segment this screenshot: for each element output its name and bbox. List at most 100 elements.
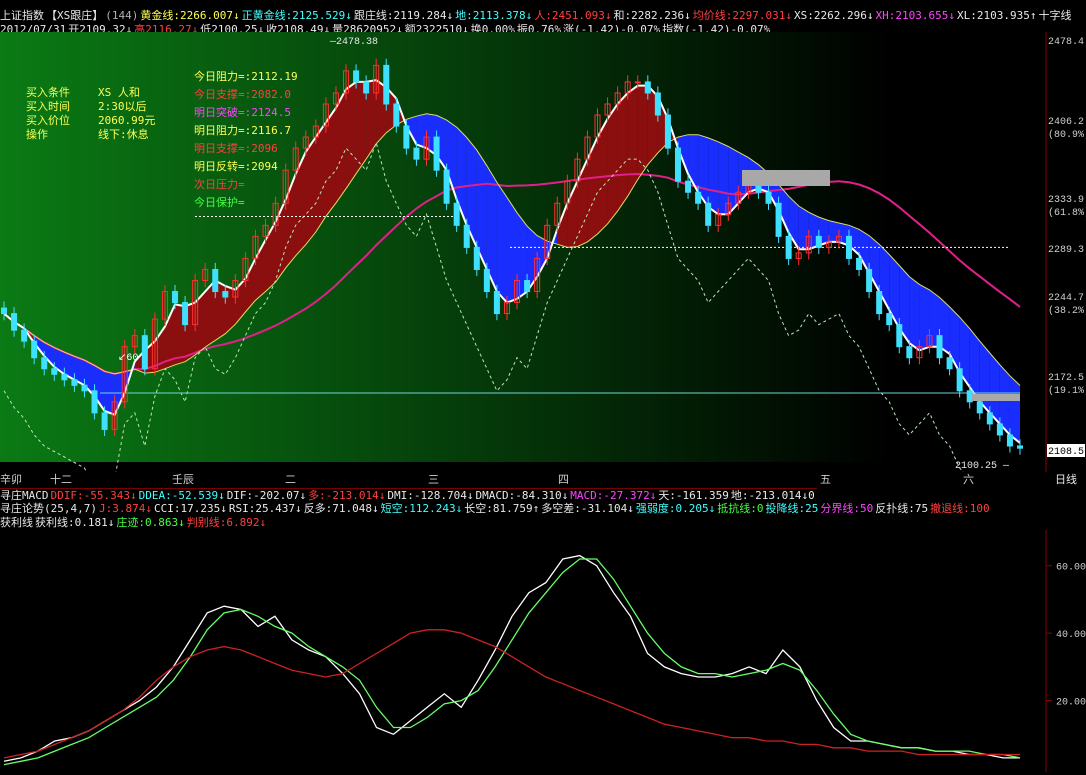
- candle-body-44: [443, 169, 450, 204]
- candle-body-94: [946, 357, 953, 370]
- trend-item-4: 反多:71.048↓: [303, 502, 379, 515]
- trend-item-6: 长空:81.759↑: [464, 502, 540, 515]
- price-chart-svg[interactable]: 2478.4 2406.2(80.9%) 2333.9(61.8%) 2289.3 22…: [0, 32, 1086, 526]
- cloud-segment-30: [305, 137, 316, 245]
- candle-body-64: [644, 81, 651, 94]
- profit-item-2: 庄迹:0.863↓: [116, 516, 185, 529]
- date-label-8: 日线: [1055, 473, 1077, 486]
- date-label-0: 辛卯: [0, 473, 22, 486]
- trend-item-0: 寻庄论势(25,4,7): [0, 502, 97, 515]
- macd-item-8: 天:-161.359: [658, 489, 729, 502]
- candle-body-89: [896, 324, 903, 348]
- info-row-3: 操作 线下:休息: [26, 126, 149, 142]
- date-axis: 辛卯 十二 壬辰 二 三 四 五 六 日线: [0, 472, 1086, 488]
- profit-indicator-row[interactable]: 获利线 获利线:0.181↓ 庄迹:0.863↓ 判别线:6.892↓: [0, 516, 268, 530]
- trend-item-3: RSI:25.437↓: [228, 502, 302, 515]
- candle-body-9: [91, 390, 98, 414]
- level-label-7: 今日保护=: [194, 196, 245, 209]
- price-pct-5: (19.1%): [1048, 385, 1086, 397]
- candle-body-7: [71, 379, 78, 386]
- candle-body-86: [866, 268, 873, 293]
- candle-body-63: [634, 81, 641, 84]
- profit-item-3: 判别线:6.892↓: [186, 516, 267, 529]
- header1-item-0: 上证指数: [0, 9, 44, 22]
- cloud-segment-62: [627, 85, 638, 197]
- candle-body-90: [906, 346, 913, 359]
- trend-item-13: 撤退线:100: [930, 502, 990, 515]
- cloud-segment-79: [798, 206, 809, 250]
- candle-body-18: [182, 302, 189, 326]
- info-value-3: 线下:休息: [98, 128, 149, 141]
- price-chart-panel[interactable]: 2478.4 2406.2 (80.9%) 2333.9 (61.8%) 2289.3 22…: [0, 32, 1086, 526]
- cloud-segment-61: [617, 92, 628, 212]
- candle-body-6: [61, 373, 68, 381]
- candle-body-67: [674, 147, 681, 182]
- candle-body-17: [172, 291, 179, 304]
- candle-body-2: [21, 329, 28, 342]
- price-tick-1: 2406.2: [1048, 117, 1084, 128]
- candle-body-21: [212, 268, 219, 293]
- date-label-3: 二: [285, 473, 296, 486]
- candle-body-4: [41, 357, 48, 370]
- candle-body-81: [815, 235, 822, 248]
- candle-body-52: [524, 279, 531, 293]
- trend-item-9: 抵抗线:0: [717, 502, 764, 515]
- cloud-segment-63: [637, 85, 648, 180]
- level-label-6: 次日压力=: [194, 178, 245, 191]
- date-label-4: 三: [428, 473, 439, 486]
- candle-body-96: [966, 390, 973, 403]
- candle-body-38: [383, 64, 390, 105]
- header1-item-12: XL:2103.935↑: [956, 9, 1037, 22]
- price-pct-1: (80.9%): [1048, 129, 1086, 141]
- macd-indicator-row[interactable]: 寻庄MACD DDIF:-55.343↓ DDEA:-52.539↓ DIF:-202…: [0, 488, 817, 503]
- candle-body-87: [876, 291, 883, 315]
- price-tick-5: 2172.5: [1048, 373, 1084, 384]
- cloud-segment-41: [416, 113, 427, 149]
- candle-body-77: [775, 202, 782, 237]
- cloud-segment-49: [496, 182, 507, 303]
- price-pct-2: (61.8%): [1048, 207, 1086, 219]
- trend-indicator-row[interactable]: 寻庄论势(25,4,7) J:3.874↓ CCI:17.235↓ RSI:25.43…: [0, 502, 992, 516]
- trend-item-8: 强弱度:0.205↓: [635, 502, 716, 515]
- candle-body-35: [353, 70, 360, 83]
- oscillator-svg[interactable]: 60.00 40.00 20.00: [0, 530, 1086, 772]
- gray-zone-2: [972, 394, 1020, 401]
- price-tick-0: 2478.4: [1048, 37, 1084, 48]
- date-label-7: 六: [963, 473, 974, 486]
- candle-body-22: [222, 291, 229, 298]
- level-label-5: 明日反转=:2094: [194, 160, 278, 173]
- oscillator-panel[interactable]: 60.00 40.00 20.00: [0, 530, 1086, 772]
- low-label: 2100.25 —: [955, 461, 1010, 472]
- candle-body-39: [393, 103, 400, 127]
- date-label-5: 四: [558, 473, 569, 486]
- level-label-2: 明日突破=:2124.5: [194, 106, 291, 119]
- price-tick-2: 2333.9: [1048, 195, 1084, 206]
- candle-body-97: [976, 401, 983, 414]
- trend-item-11: 分界线:50: [820, 502, 874, 515]
- date-label-1: 十二: [50, 473, 72, 486]
- trend-item-10: 投降线:25: [765, 502, 819, 515]
- mark-label: ↙60: [118, 353, 138, 364]
- candle-body-84: [845, 235, 852, 259]
- macd-item-5: DMI:-128.704↓: [387, 489, 474, 502]
- date-label-6: 五: [820, 473, 831, 486]
- cloud-segment-82: [828, 220, 839, 242]
- cloud-segment-35: [356, 81, 367, 174]
- macd-item-3: DIF:-202.07↓: [226, 489, 307, 502]
- gray-zone-1: [742, 170, 830, 186]
- level-label-3: 明日阻力=:2116.7: [194, 124, 291, 137]
- macd-item-2: DDEA:-52.539↓: [138, 489, 225, 502]
- macd-item-9: 地:-213.014↓0: [730, 489, 815, 502]
- price-tick-4: 2244.7: [1048, 293, 1084, 304]
- candle-body-14: [141, 335, 148, 370]
- header1-item-7: 人:2451.093↓: [534, 9, 612, 22]
- header1-item-3: 黄金线:2266.007↓: [140, 9, 240, 22]
- cloud-segment-34: [346, 81, 357, 189]
- header1-item-11: XH:2103.655↓: [875, 9, 955, 22]
- cloud-segment-50: [506, 197, 518, 303]
- cloud-segment-32: [325, 107, 336, 217]
- candle-body-3: [31, 340, 38, 359]
- candle-body-100: [1006, 434, 1013, 447]
- header1-item-8: 和:2282.236↓: [613, 9, 691, 22]
- candle-body-0: [1, 307, 7, 315]
